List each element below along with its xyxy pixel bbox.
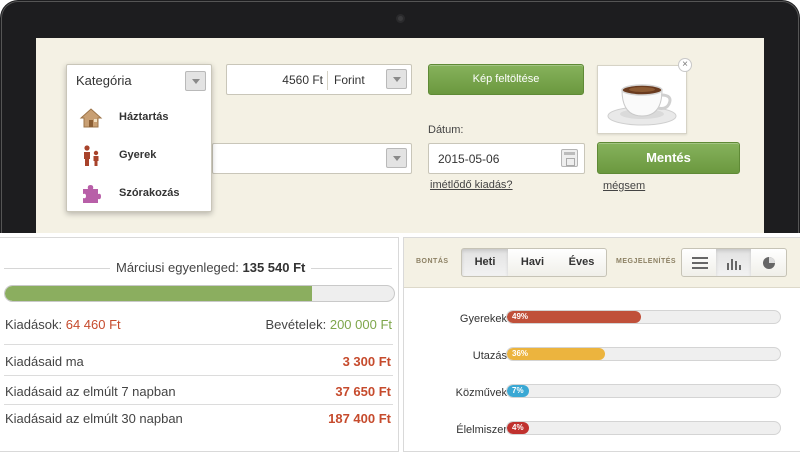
dropdown-item-children[interactable]: Gyerek [67,141,211,171]
expense-row-30-days: Kiadásaid az elmúlt 30 napban 187 400 Ft [4,403,393,432]
bar-row: Utazás 36% [404,344,800,366]
bar-track: 7% [506,384,781,398]
puzzle-icon [83,185,101,203]
calendar-icon[interactable] [561,149,578,167]
tab-yearly[interactable]: Éves [557,248,607,277]
balance-label: Márciusi egyenleged: [116,260,239,275]
list-view-button[interactable] [681,248,717,277]
bar-track: 36% [506,347,781,361]
balance-value: 135 540 Ft [242,260,306,275]
chevron-down-icon[interactable] [185,71,206,91]
expense-form: 4560 Ft Forint Kép feltöltése × Dátum: 2… [36,38,764,233]
balance-panel: Márciusi egyenleged: 135 540 Ft Kiadások… [0,237,399,452]
expense-row-today: Kiadásaid ma 3 300 Ft [4,346,393,375]
view-label: MEGJELENÍTÉS [616,258,677,265]
expense-row-value: 3 300 Ft [342,354,391,369]
bar-row: Gyerekek 49% [404,307,800,329]
recurring-expense-link[interactable]: imétlődő kiadás? [430,179,513,191]
bar-category-label: Közművek [455,387,507,399]
pie-chart-view-button[interactable] [751,248,787,277]
bar-track: 4% [506,421,781,435]
bar-track: 49% [506,310,781,324]
chevron-down-icon[interactable] [386,148,407,168]
pie-chart-icon [763,257,775,269]
bar-row: Közművek 7% [404,381,800,403]
bar-chart-icon [727,259,741,270]
upload-image-button[interactable]: Kép feltöltése [428,64,584,95]
expenses-summary: Kiadások: 64 460 Ft [5,317,121,332]
bar: 4% [507,422,529,434]
tab-monthly[interactable]: Havi [508,248,558,277]
category-dropdown[interactable]: Kategória Háztartás Gyerek Szórakozás [66,64,212,212]
amount-value[interactable]: 4560 Ft [237,73,323,87]
list-icon [692,257,708,269]
bar-category-label: Élelmiszer [456,424,507,436]
bar-chart-view-button[interactable] [716,248,752,277]
date-value[interactable]: 2015-05-06 [438,152,499,166]
dropdown-item-entertainment[interactable]: Szórakozás [67,179,211,209]
date-label: Dátum: [428,124,464,136]
family-icon [84,145,99,166]
bar-value-label: 36% [512,349,529,358]
currency-select[interactable]: Forint [334,73,365,87]
expense-row-label: Kiadásaid az elmúlt 7 napban [5,384,176,399]
balance-progress-fill [5,286,313,301]
dropdown-item-label: Szórakozás [119,187,180,199]
tab-weekly[interactable]: Heti [461,248,509,277]
expenses-label: Kiadások: [5,317,63,332]
expense-row-7-days: Kiadásaid az elmúlt 7 napban 37 650 Ft [4,376,393,405]
laptop-frame: 4560 Ft Forint Kép feltöltése × Dátum: 2… [0,0,800,233]
cancel-link[interactable]: mégsem [603,180,645,192]
bar-category-label: Gyerekek [459,313,507,325]
bar: 36% [507,348,606,360]
divider [4,344,393,345]
income-value: 200 000 Ft [329,317,392,332]
dropdown-item-label: Gyerek [119,149,157,161]
breakdown-panel: BONTÁS Heti Havi Éves MEGJELENÍTÉS Gyere… [403,237,800,452]
bar-value-label: 4% [512,423,524,432]
breakdown-toolbar: BONTÁS Heti Havi Éves MEGJELENÍTÉS [404,238,800,288]
dropdown-item-household[interactable]: Háztartás [67,103,211,133]
income-label: Bevételek: [265,317,327,332]
house-icon [79,108,103,128]
camera-icon [396,14,405,23]
subcategory-select[interactable] [212,143,412,174]
bar-row: Élelmiszer 4% [404,418,800,440]
balance-progress-bar [4,285,395,302]
close-icon[interactable]: × [678,58,692,72]
expenses-value: 64 460 Ft [65,317,121,332]
photo-thumbnail [597,65,687,134]
bar: 7% [507,385,529,397]
amount-field[interactable]: 4560 Ft Forint [226,64,412,95]
bar-value-label: 7% [512,386,524,395]
chevron-down-icon[interactable] [386,69,407,89]
category-dropdown-header: Kategória [76,73,132,88]
bar-value-label: 49% [512,312,529,321]
split-label: BONTÁS [416,258,449,265]
expense-row-value: 37 650 Ft [335,384,391,399]
expense-row-label: Kiadásaid az elmúlt 30 napban [5,411,183,426]
dropdown-item-label: Háztartás [119,111,169,123]
expense-row-label: Kiadásaid ma [5,354,84,369]
expense-row-value: 187 400 Ft [328,411,391,426]
monthly-balance: Márciusi egyenleged: 135 540 Ft [110,260,312,275]
bar: 49% [507,311,641,323]
date-field[interactable]: 2015-05-06 [428,143,585,174]
coffee-cup-icon [607,84,677,126]
save-button[interactable]: Mentés [597,142,740,174]
bar-category-label: Utazás [472,350,507,362]
amount-separator [327,71,328,90]
income-summary: Bevételek: 200 000 Ft [266,317,392,332]
